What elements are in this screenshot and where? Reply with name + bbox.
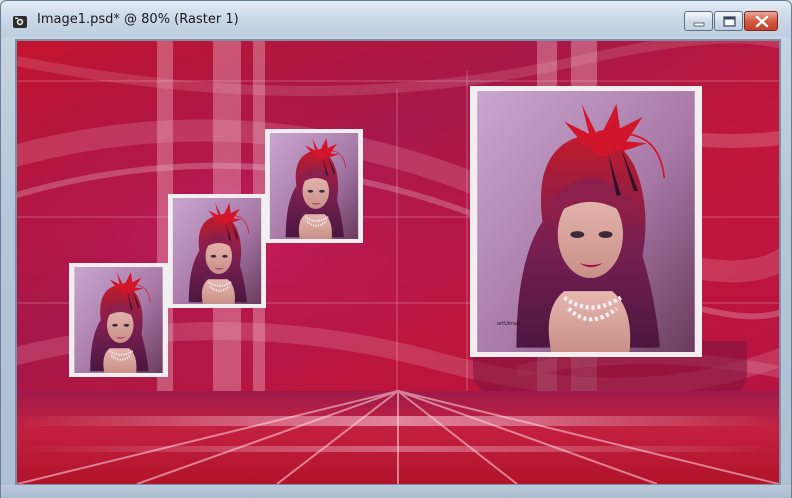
thumbnail-portrait-1 bbox=[69, 263, 168, 377]
maximize-button[interactable] bbox=[714, 11, 743, 31]
main-portrait: artUlman bbox=[470, 86, 702, 357]
image-window: Image1.psd* @ 80% (Raster 1) artUlman bbox=[0, 0, 792, 498]
close-icon bbox=[755, 15, 769, 28]
window-bottom-border bbox=[1, 485, 791, 498]
minimize-button[interactable] bbox=[684, 11, 713, 31]
svg-text:artUlman: artUlman bbox=[497, 321, 520, 327]
document-icon bbox=[12, 14, 28, 30]
title-bar[interactable]: Image1.psd* @ 80% (Raster 1) bbox=[1, 1, 791, 37]
image-canvas[interactable]: artUlman bbox=[17, 41, 779, 484]
window-title: Image1.psd* @ 80% (Raster 1) bbox=[37, 12, 239, 27]
close-button[interactable] bbox=[744, 11, 778, 31]
minimize-icon bbox=[693, 22, 705, 27]
thumbnail-portrait-3 bbox=[265, 129, 363, 243]
thumbnail-portrait-2 bbox=[168, 194, 266, 308]
maximize-icon bbox=[723, 16, 736, 27]
